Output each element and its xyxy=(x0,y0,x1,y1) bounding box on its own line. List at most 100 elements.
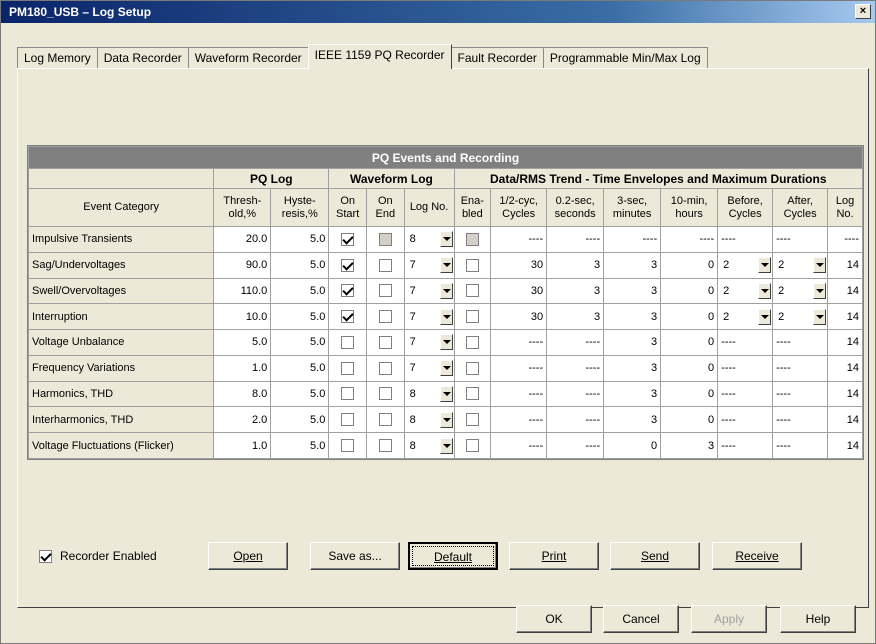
threshold-cell[interactable]: 8.0 xyxy=(213,380,272,408)
after-cycles-select[interactable]: 2 xyxy=(776,305,827,329)
trend-enabled-checkbox[interactable] xyxy=(465,310,479,324)
chevron-down-icon[interactable] xyxy=(439,231,453,248)
chevron-down-icon[interactable] xyxy=(758,308,772,325)
on-start-checkbox[interactable] xyxy=(341,310,355,324)
min-10-cell[interactable]: 3 xyxy=(660,432,719,459)
trend-enabled-checkbox[interactable] xyxy=(465,413,479,427)
trend-log-cell[interactable]: 14 xyxy=(827,354,863,382)
trend-enabled-checkbox[interactable] xyxy=(465,258,479,272)
chevron-down-icon[interactable] xyxy=(813,257,827,274)
min-10-cell[interactable]: 0 xyxy=(660,251,719,279)
waveform-log-select[interactable]: 8 xyxy=(408,382,453,406)
apply-button[interactable]: Apply xyxy=(691,605,767,633)
sec-02-cell[interactable]: ---- xyxy=(546,329,605,356)
hysteresis-cell[interactable]: 5.0 xyxy=(270,329,330,356)
sec-02-cell[interactable]: 3 xyxy=(546,251,605,279)
sec-02-cell[interactable]: ---- xyxy=(546,406,605,434)
on-start-checkbox[interactable] xyxy=(341,387,355,401)
default-button[interactable]: Default xyxy=(408,542,498,570)
save-as-button[interactable]: Save as... xyxy=(310,542,400,570)
on-start-checkbox[interactable] xyxy=(341,258,355,272)
trend-log-cell[interactable]: 14 xyxy=(827,303,863,331)
min-10-cell[interactable]: 0 xyxy=(660,303,719,331)
after-cycles-select[interactable]: 2 xyxy=(776,279,827,303)
on-start-checkbox[interactable] xyxy=(341,335,355,349)
threshold-cell[interactable]: 90.0 xyxy=(213,251,272,279)
hysteresis-cell[interactable]: 5.0 xyxy=(270,277,330,305)
hysteresis-cell[interactable]: 5.0 xyxy=(270,303,330,331)
on-end-checkbox[interactable] xyxy=(378,335,392,349)
min-10-cell[interactable]: ---- xyxy=(660,226,719,253)
half-cyc-cell[interactable]: 30 xyxy=(490,277,548,305)
on-end-checkbox[interactable] xyxy=(378,387,392,401)
sec-02-cell[interactable]: 3 xyxy=(546,303,605,331)
chevron-down-icon[interactable] xyxy=(439,437,453,454)
recorder-enabled[interactable]: Recorder Enabled xyxy=(39,549,157,563)
sec-3-cell[interactable]: 3 xyxy=(603,303,662,331)
on-start-checkbox[interactable] xyxy=(341,439,355,453)
hysteresis-cell[interactable]: 5.0 xyxy=(270,251,330,279)
half-cyc-cell[interactable]: ---- xyxy=(490,354,548,382)
hysteresis-cell[interactable]: 5.0 xyxy=(270,432,330,459)
trend-enabled-checkbox[interactable] xyxy=(465,387,479,401)
min-10-cell[interactable]: 0 xyxy=(660,329,719,356)
trend-log-cell[interactable]: 14 xyxy=(827,406,863,434)
half-cyc-cell[interactable]: 30 xyxy=(490,251,548,279)
half-cyc-cell[interactable]: ---- xyxy=(490,226,548,253)
trend-enabled-checkbox[interactable] xyxy=(465,361,479,375)
sec-3-cell[interactable]: 3 xyxy=(603,277,662,305)
trend-log-cell[interactable]: 14 xyxy=(827,329,863,356)
tab-ieee-1159-pq-recorder[interactable]: IEEE 1159 PQ Recorder xyxy=(307,44,452,69)
help-button[interactable]: Help xyxy=(780,605,856,633)
chevron-down-icon[interactable] xyxy=(813,282,827,299)
tab-waveform-recorder[interactable]: Waveform Recorder xyxy=(187,47,309,69)
sec-3-cell[interactable]: 0 xyxy=(603,432,662,459)
sec-3-cell[interactable]: 3 xyxy=(603,406,662,434)
hysteresis-cell[interactable]: 5.0 xyxy=(270,354,330,382)
before-cycles-select[interactable]: 2 xyxy=(721,279,772,303)
waveform-log-select[interactable]: 8 xyxy=(408,408,453,432)
on-end-checkbox[interactable] xyxy=(378,413,392,427)
waveform-log-select[interactable]: 7 xyxy=(408,305,453,329)
trend-log-cell[interactable]: 14 xyxy=(827,277,863,305)
waveform-log-select[interactable]: 8 xyxy=(408,434,453,458)
hysteresis-cell[interactable]: 5.0 xyxy=(270,226,330,253)
print-button[interactable]: Print xyxy=(509,542,599,570)
waveform-log-select[interactable]: 7 xyxy=(408,356,453,380)
ok-button[interactable]: OK xyxy=(516,605,592,633)
chevron-down-icon[interactable] xyxy=(439,360,453,377)
sec-3-cell[interactable]: 3 xyxy=(603,354,662,382)
waveform-log-select[interactable]: 8 xyxy=(408,227,453,251)
min-10-cell[interactable]: 0 xyxy=(660,406,719,434)
half-cyc-cell[interactable]: ---- xyxy=(490,329,548,356)
on-start-checkbox[interactable] xyxy=(341,413,355,427)
trend-enabled-checkbox[interactable] xyxy=(465,335,479,349)
cancel-button[interactable]: Cancel xyxy=(603,605,679,633)
sec-02-cell[interactable]: ---- xyxy=(546,226,605,253)
half-cyc-cell[interactable]: ---- xyxy=(490,380,548,408)
chevron-down-icon[interactable] xyxy=(813,308,827,325)
chevron-down-icon[interactable] xyxy=(758,282,772,299)
trend-log-cell[interactable]: 14 xyxy=(827,251,863,279)
threshold-cell[interactable]: 2.0 xyxy=(213,406,272,434)
tab-log-memory[interactable]: Log Memory xyxy=(17,47,98,69)
trend-log-cell[interactable]: 14 xyxy=(827,432,863,459)
sec-3-cell[interactable]: ---- xyxy=(603,226,662,253)
send-button[interactable]: Send xyxy=(610,542,700,570)
waveform-log-select[interactable]: 7 xyxy=(408,279,453,303)
trend-log-cell[interactable]: 14 xyxy=(827,380,863,408)
threshold-cell[interactable]: 1.0 xyxy=(213,354,272,382)
half-cyc-cell[interactable]: ---- xyxy=(490,432,548,459)
sec-02-cell[interactable]: 3 xyxy=(546,277,605,305)
recorder-enabled-checkbox[interactable] xyxy=(39,549,52,563)
sec-02-cell[interactable]: ---- xyxy=(546,380,605,408)
chevron-down-icon[interactable] xyxy=(439,385,453,402)
on-start-checkbox[interactable] xyxy=(341,232,355,246)
after-cycles-select[interactable]: 2 xyxy=(776,253,827,277)
threshold-cell[interactable]: 1.0 xyxy=(213,432,272,459)
on-end-checkbox[interactable] xyxy=(378,361,392,375)
receive-button[interactable]: Receive xyxy=(712,542,802,570)
on-end-checkbox[interactable] xyxy=(378,258,392,272)
chevron-down-icon[interactable] xyxy=(439,334,453,351)
on-end-checkbox[interactable] xyxy=(378,284,392,298)
